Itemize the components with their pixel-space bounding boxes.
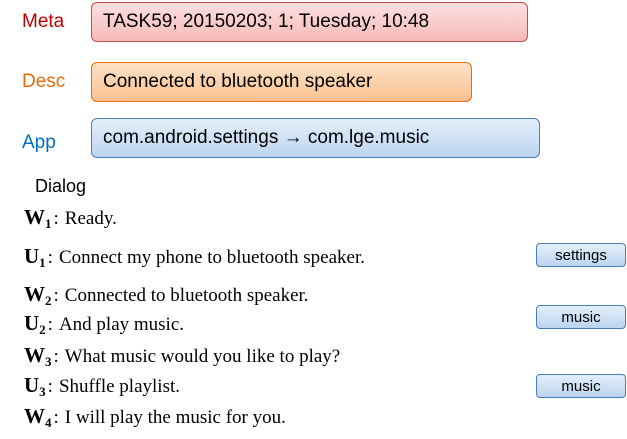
turn-text: And play music. <box>58 314 185 335</box>
dialog-title: Dialog <box>35 176 87 196</box>
dialog-turn: W1: Ready. <box>24 205 117 231</box>
speaker-label: U1 <box>24 244 46 270</box>
dialog-turn: U2: And play music. <box>24 311 185 337</box>
speaker-label: W1 <box>24 205 52 231</box>
speaker-label: W2 <box>24 282 52 308</box>
meta-label: Meta <box>22 11 65 32</box>
turn-text: I will play the music for you. <box>64 407 286 428</box>
dialog-turn: W3: What music would you like to play? <box>24 343 341 369</box>
turn-text: Connected to bluetooth speaker. <box>64 285 309 306</box>
meta-value: TASK59; 20150203; 1; Tuesday; 10:48 <box>103 11 430 32</box>
speaker-label: U2 <box>24 311 46 337</box>
speaker-label: W3 <box>24 343 52 369</box>
desc-label: Desc <box>22 71 66 92</box>
dialog-turn: W4: I will play the music for you. <box>24 404 286 430</box>
meta-box: TASK59; 20150203; 1; Tuesday; 10:48 <box>91 2 528 42</box>
dialog-turn: W2: Connected to bluetooth speaker. <box>24 282 309 308</box>
dialog-turn: U1: Connect my phone to bluetooth speaker… <box>24 244 366 270</box>
turn-text: Connect my phone to bluetooth speaker. <box>58 247 366 268</box>
app-box: com.android.settings → com.lge.music <box>91 118 540 158</box>
app-value: com.android.settings → com.lge.music <box>103 127 430 148</box>
app-label: App <box>22 132 56 153</box>
turn-text: What music would you like to play? <box>64 346 341 367</box>
app-tag-settings: settings <box>536 243 626 267</box>
desc-box: Connected to bluetooth speaker <box>91 62 472 102</box>
turn-text: Ready. <box>64 208 117 229</box>
desc-value: Connected to bluetooth speaker <box>103 71 373 92</box>
app-tag-music: music <box>536 374 626 398</box>
app-tag-music: music <box>536 305 626 329</box>
turn-text: Shuffle playlist. <box>58 376 180 397</box>
speaker-label: U3 <box>24 373 46 399</box>
dialog-turn: U3: Shuffle playlist. <box>24 373 180 399</box>
speaker-label: W4 <box>24 404 52 430</box>
